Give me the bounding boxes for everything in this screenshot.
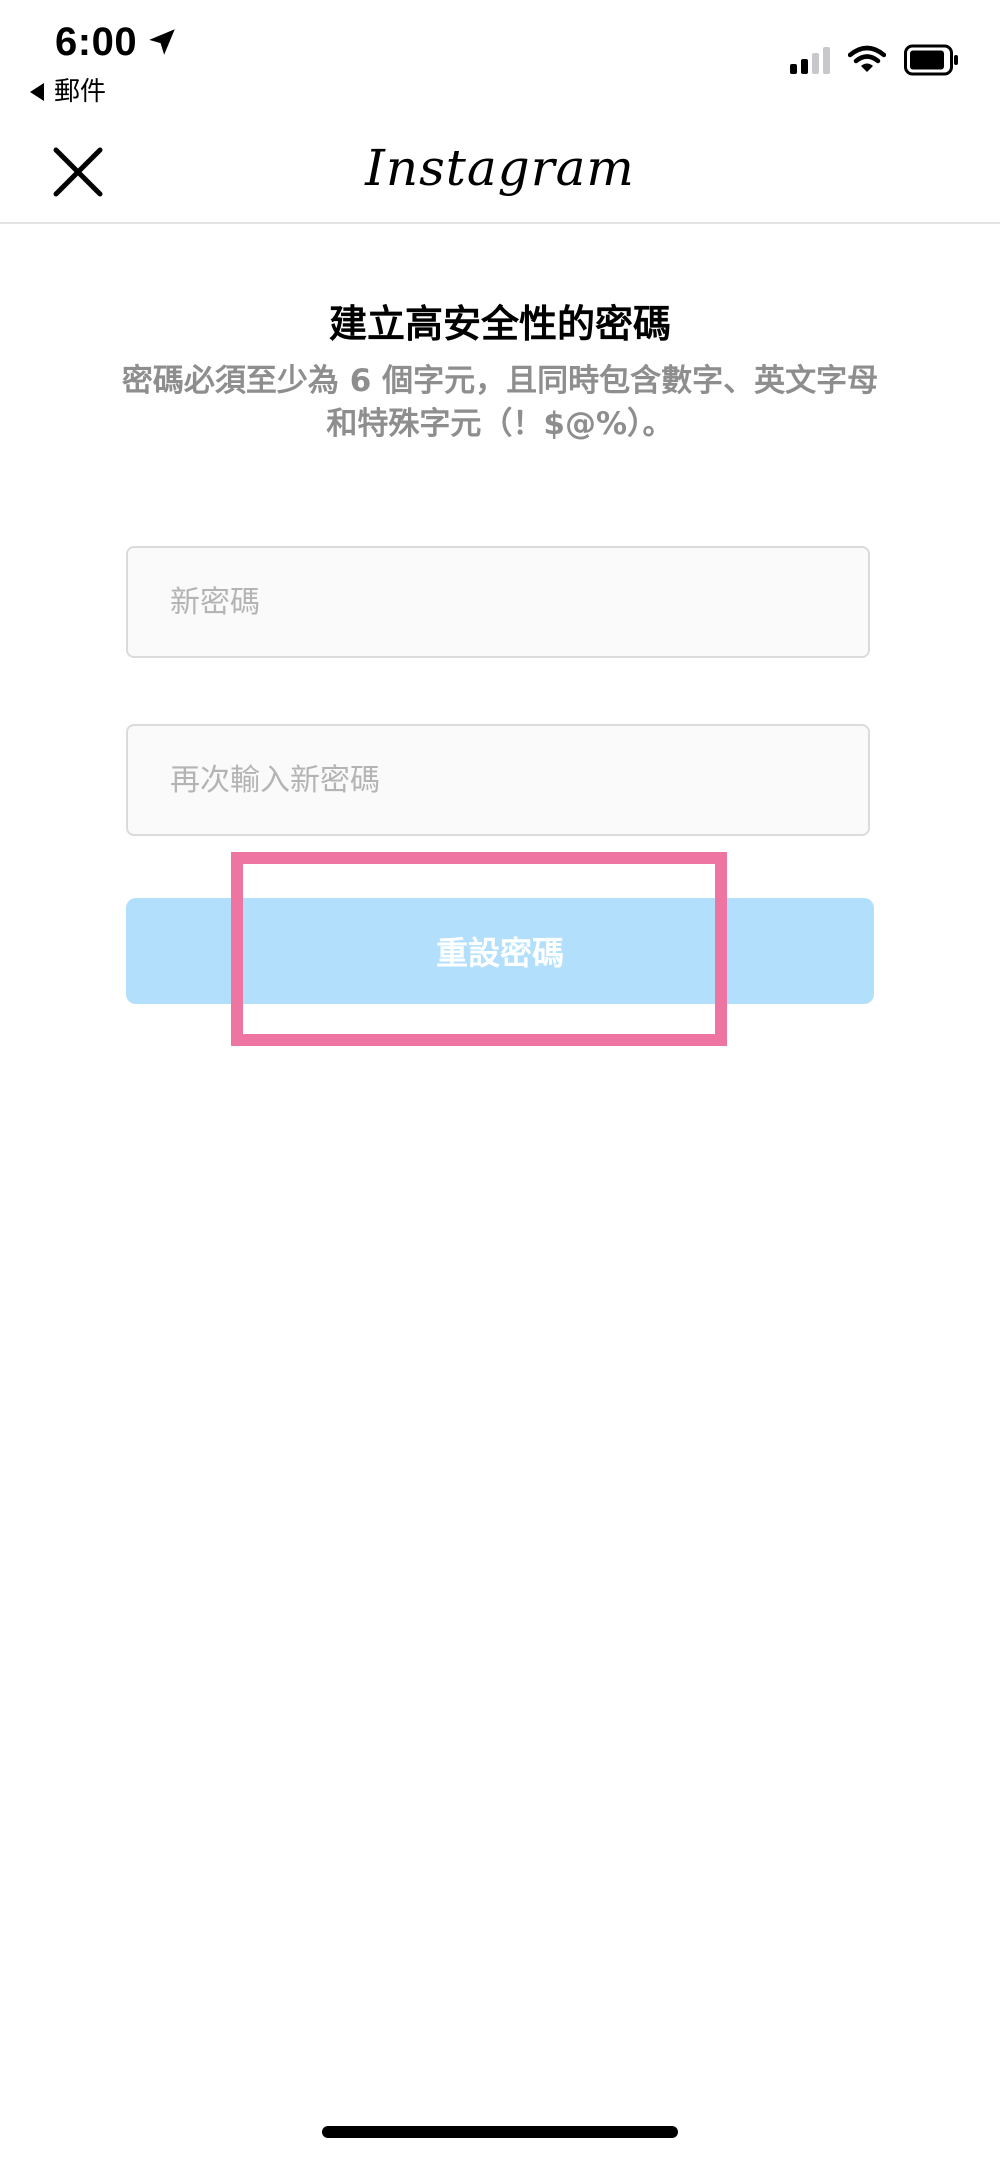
- page-title: 建立高安全性的密碼: [328, 302, 671, 346]
- home-indicator[interactable]: [322, 2126, 678, 2138]
- instagram-logo: Instagram: [365, 139, 635, 197]
- wifi-icon: [848, 45, 886, 72]
- nav-bar: Instagram: [0, 120, 1000, 224]
- back-triangle-icon: [30, 83, 44, 101]
- status-icons: [790, 40, 960, 80]
- back-to-app-link[interactable]: 郵件: [30, 76, 106, 108]
- location-arrow-icon: [149, 29, 175, 55]
- reset-password-button[interactable]: 重設密碼: [126, 898, 874, 1004]
- status-time-text: 6:00: [55, 20, 138, 64]
- status-time: 6:00: [55, 18, 179, 66]
- cellular-signal-icon: [790, 46, 830, 74]
- battery-icon: [904, 44, 958, 76]
- confirm-password-field[interactable]: [126, 724, 870, 836]
- password-requirements-text: 密碼必須至少為 6 個字元，且同時包含數字、英文字母和特殊字元（！$@%）。: [121, 363, 879, 442]
- new-password-field[interactable]: [126, 546, 870, 658]
- back-app-label: 郵件: [54, 77, 107, 107]
